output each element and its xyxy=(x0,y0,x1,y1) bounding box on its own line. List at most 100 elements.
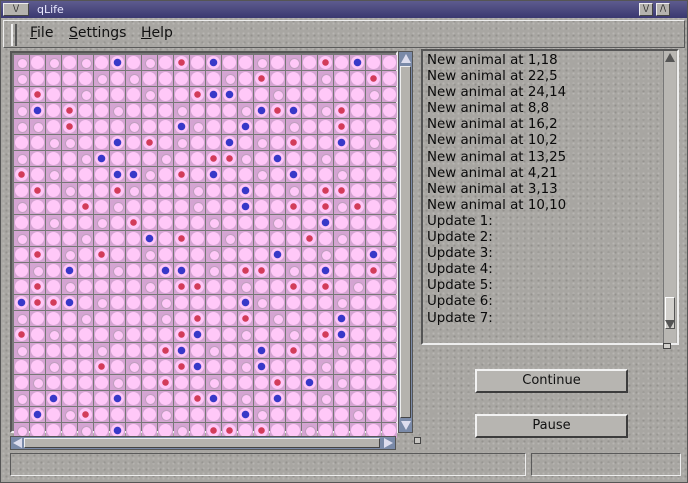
grid-cell[interactable] xyxy=(318,327,333,342)
grid-cell[interactable] xyxy=(302,279,317,294)
grid-cell[interactable] xyxy=(78,231,93,246)
grid-cell[interactable] xyxy=(334,135,349,150)
grid-cell[interactable] xyxy=(286,119,301,134)
log-scroll-up-arrow-icon[interactable] xyxy=(665,53,675,62)
grid-cell[interactable] xyxy=(94,215,109,230)
grid-cell[interactable] xyxy=(158,167,173,182)
grid-cell[interactable] xyxy=(350,167,365,182)
scroll-up-arrow-icon[interactable] xyxy=(401,54,411,63)
grid-cell[interactable] xyxy=(30,87,45,102)
grid-cell[interactable] xyxy=(334,231,349,246)
grid-cell[interactable] xyxy=(30,359,45,374)
grid-cell[interactable] xyxy=(350,263,365,278)
grid-cell[interactable] xyxy=(190,375,205,390)
grid-cell[interactable] xyxy=(238,135,253,150)
grid-cell[interactable] xyxy=(302,343,317,358)
grid-cell[interactable] xyxy=(14,199,29,214)
grid-cell[interactable] xyxy=(302,231,317,246)
grid-cell[interactable] xyxy=(222,311,237,326)
grid-cell[interactable] xyxy=(254,407,269,422)
grid-vertical-scroll-thumb[interactable] xyxy=(400,66,411,418)
grid-cell[interactable] xyxy=(302,295,317,310)
grid-cell[interactable] xyxy=(158,151,173,166)
grid-cell[interactable] xyxy=(110,55,125,70)
grid-cell[interactable] xyxy=(238,71,253,86)
grid-cell[interactable] xyxy=(142,135,157,150)
grid-cell[interactable] xyxy=(94,71,109,86)
grid-cell[interactable] xyxy=(62,103,77,118)
grid-cell[interactable] xyxy=(46,103,61,118)
grid-cell[interactable] xyxy=(158,327,173,342)
grid-cell[interactable] xyxy=(238,359,253,374)
grid-cell[interactable] xyxy=(206,375,221,390)
menubar-grip[interactable] xyxy=(11,24,17,46)
grid-cell[interactable] xyxy=(142,167,157,182)
grid-cell[interactable] xyxy=(174,119,189,134)
grid-cell[interactable] xyxy=(78,327,93,342)
grid-cell[interactable] xyxy=(222,327,237,342)
grid-cell[interactable] xyxy=(46,247,61,262)
grid-cell[interactable] xyxy=(46,71,61,86)
grid-cell[interactable] xyxy=(366,103,381,118)
grid-cell[interactable] xyxy=(46,87,61,102)
grid-cell[interactable] xyxy=(14,375,29,390)
grid-cell[interactable] xyxy=(94,55,109,70)
grid-cell[interactable] xyxy=(270,247,285,262)
grid-cell[interactable] xyxy=(190,55,205,70)
grid-cell[interactable] xyxy=(158,183,173,198)
grid-cell[interactable] xyxy=(126,343,141,358)
grid-cell[interactable] xyxy=(318,279,333,294)
grid-cell[interactable] xyxy=(318,151,333,166)
grid-cell[interactable] xyxy=(318,231,333,246)
grid-cell[interactable] xyxy=(14,279,29,294)
grid-cell[interactable] xyxy=(366,359,381,374)
grid-cell[interactable] xyxy=(30,279,45,294)
grid-cell[interactable] xyxy=(46,199,61,214)
grid-cell[interactable] xyxy=(14,311,29,326)
grid-cell[interactable] xyxy=(254,311,269,326)
grid-cell[interactable] xyxy=(318,375,333,390)
grid-cell[interactable] xyxy=(302,119,317,134)
grid-cell[interactable] xyxy=(206,103,221,118)
grid-cell[interactable] xyxy=(126,327,141,342)
grid-cell[interactable] xyxy=(366,55,381,70)
grid-cell[interactable] xyxy=(366,375,381,390)
grid-cell[interactable] xyxy=(30,135,45,150)
grid-cell[interactable] xyxy=(382,279,397,294)
grid-cell[interactable] xyxy=(174,183,189,198)
grid-cell[interactable] xyxy=(30,183,45,198)
grid-cell[interactable] xyxy=(62,247,77,262)
grid-cell[interactable] xyxy=(174,247,189,262)
grid-cell[interactable] xyxy=(254,279,269,294)
grid-cell[interactable] xyxy=(14,359,29,374)
grid-cell[interactable] xyxy=(46,135,61,150)
grid-cell[interactable] xyxy=(62,407,77,422)
grid-cell[interactable] xyxy=(350,311,365,326)
grid-cell[interactable] xyxy=(174,71,189,86)
grid-cell[interactable] xyxy=(158,103,173,118)
grid-cell[interactable] xyxy=(302,183,317,198)
grid-cell[interactable] xyxy=(270,391,285,406)
grid-cell[interactable] xyxy=(382,295,397,310)
grid-cell[interactable] xyxy=(174,263,189,278)
grid-cell[interactable] xyxy=(110,231,125,246)
grid-cell[interactable] xyxy=(238,103,253,118)
grid-cell[interactable] xyxy=(382,263,397,278)
grid-cell[interactable] xyxy=(110,327,125,342)
grid-cell[interactable] xyxy=(126,295,141,310)
grid-cell[interactable] xyxy=(94,167,109,182)
grid-cell[interactable] xyxy=(382,215,397,230)
grid-cell[interactable] xyxy=(174,103,189,118)
grid-cell[interactable] xyxy=(366,135,381,150)
grid-cell[interactable] xyxy=(14,151,29,166)
grid-cell[interactable] xyxy=(206,199,221,214)
grid-cell[interactable] xyxy=(46,327,61,342)
log-resize-corner[interactable] xyxy=(663,343,671,349)
grid-cell[interactable] xyxy=(222,71,237,86)
grid-cell[interactable] xyxy=(302,327,317,342)
grid-cell[interactable] xyxy=(382,87,397,102)
grid-cell[interactable] xyxy=(62,359,77,374)
grid-cell[interactable] xyxy=(222,215,237,230)
grid-cell[interactable] xyxy=(158,55,173,70)
grid-cell[interactable] xyxy=(222,183,237,198)
